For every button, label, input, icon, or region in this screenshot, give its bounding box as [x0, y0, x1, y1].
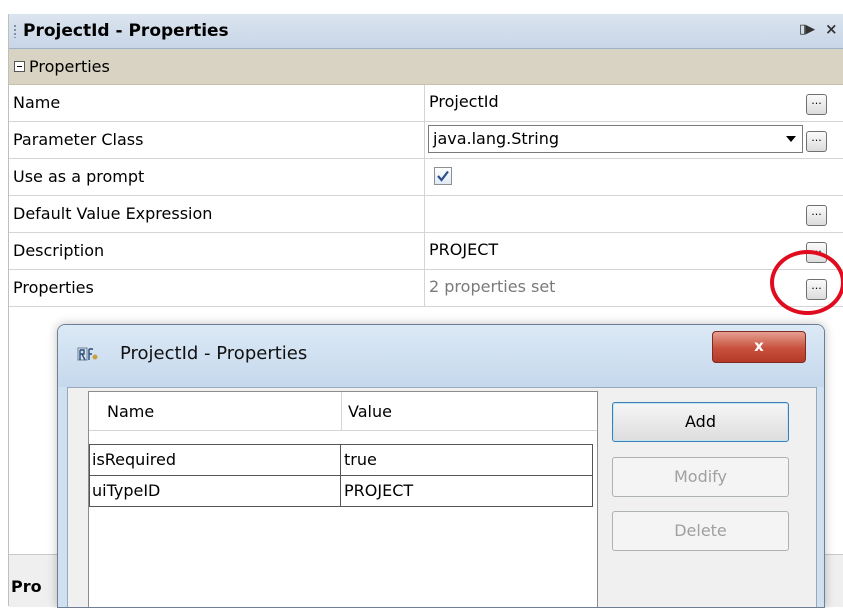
column-divider — [424, 159, 425, 195]
cell-divider — [340, 445, 341, 475]
cell-name: uiTypeID — [92, 481, 161, 500]
cell-name: isRequired — [92, 450, 176, 469]
column-divider — [424, 196, 425, 232]
column-divider — [424, 85, 425, 121]
column-header-label: Value — [348, 402, 392, 421]
ellipsis-button[interactable]: ... — [806, 131, 827, 152]
modify-button[interactable]: Modify — [612, 457, 789, 497]
properties-dialog: ProjectId - Properties x Name Value isRe… — [57, 324, 825, 608]
property-name: Default Value Expression — [13, 204, 213, 223]
dropdown-selected-value: java.lang.String — [433, 129, 559, 148]
property-row-description[interactable]: Description PROJECT ... — [9, 233, 843, 270]
drag-grip-icon[interactable] — [13, 24, 17, 38]
cell-value: PROJECT — [344, 481, 414, 500]
property-row-default-value-expression[interactable]: Default Value Expression ... — [9, 196, 843, 233]
description-title: Pro — [11, 577, 42, 596]
column-header-value[interactable]: Value — [342, 392, 597, 431]
category-row-properties[interactable]: Properties — [9, 49, 843, 85]
column-header-name[interactable]: Name — [89, 392, 342, 431]
category-label: Properties — [29, 57, 110, 76]
property-name: Parameter Class — [13, 130, 144, 149]
dialog-content: Name Value isRequired true uiTypeID PROJ… — [67, 387, 817, 607]
table-row[interactable]: uiTypeID PROJECT — [89, 475, 593, 507]
dialog-close-button[interactable]: x — [712, 331, 806, 363]
ellipsis-button[interactable]: ... — [806, 94, 827, 115]
ellipsis-button[interactable]: ... — [806, 205, 827, 226]
use-as-prompt-checkbox[interactable] — [434, 167, 452, 185]
property-value[interactable]: ProjectId — [429, 92, 499, 111]
property-name: Use as a prompt — [13, 167, 145, 186]
column-header-label: Name — [107, 402, 155, 421]
pin-icon[interactable]: ▯▶ — [799, 22, 815, 37]
property-value[interactable]: PROJECT — [429, 240, 498, 259]
property-name: Name — [13, 93, 61, 112]
chevron-down-icon[interactable] — [786, 136, 796, 142]
column-divider — [424, 233, 425, 269]
property-name: Description — [13, 241, 105, 260]
cell-value: true — [344, 450, 377, 469]
properties-table: Name Value isRequired true uiTypeID PROJ… — [88, 391, 598, 607]
cell-divider — [340, 476, 341, 506]
table-row[interactable]: isRequired true — [89, 444, 593, 476]
dialog-titlebar[interactable]: ProjectId - Properties x — [58, 325, 824, 387]
delete-button[interactable]: Delete — [612, 511, 789, 551]
property-row-use-as-prompt[interactable]: Use as a prompt — [9, 159, 843, 196]
column-divider — [424, 270, 425, 306]
parameter-class-dropdown[interactable]: java.lang.String — [428, 125, 803, 153]
property-row-name[interactable]: Name ProjectId ... — [9, 85, 843, 122]
collapse-icon[interactable] — [14, 61, 25, 72]
dialog-title: ProjectId - Properties — [120, 343, 308, 364]
property-value[interactable]: 2 properties set — [429, 277, 555, 296]
property-row-properties[interactable]: Properties 2 properties set ... — [9, 270, 843, 307]
property-name: Properties — [13, 278, 94, 297]
column-divider — [424, 122, 425, 158]
panel-title: ProjectId - Properties — [23, 21, 229, 41]
add-button[interactable]: Add — [612, 402, 789, 442]
highlight-circle-annotation — [770, 250, 843, 315]
checkmark-icon — [437, 170, 449, 182]
close-icon[interactable]: × — [825, 20, 838, 38]
report-icon — [77, 347, 98, 361]
panel-titlebar[interactable]: ProjectId - Properties ▯▶ × — [9, 14, 843, 49]
property-row-parameter-class[interactable]: Parameter Class java.lang.String ... — [9, 122, 843, 159]
